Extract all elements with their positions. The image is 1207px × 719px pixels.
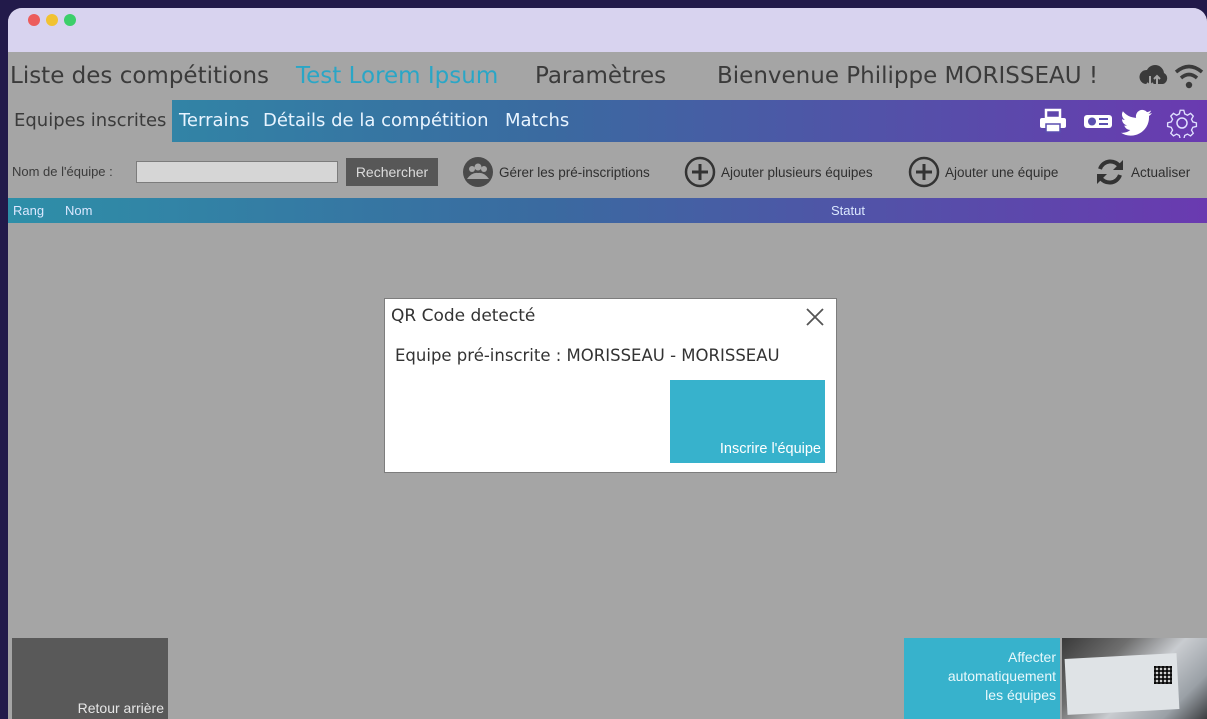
column-status[interactable]: Statut	[831, 203, 865, 218]
main-header: Liste des compétitions Test Lorem Ipsum …	[8, 52, 1207, 100]
tab-competition-details[interactable]: Détails de la compétition	[263, 100, 489, 142]
manage-preregistrations-button[interactable]: Gérer les pré-inscriptions	[462, 156, 650, 188]
plus-circle-icon	[908, 156, 940, 188]
plus-circle-icon	[684, 156, 716, 188]
refresh-button[interactable]: Actualiser	[1094, 156, 1190, 188]
wifi-icon	[1174, 64, 1204, 89]
twitter-icon[interactable]	[1120, 108, 1154, 136]
back-button[interactable]: Retour arrière	[12, 638, 168, 719]
tab-registered-teams[interactable]: Equipes inscrites	[8, 100, 173, 142]
settings-gear-icon[interactable]	[1166, 108, 1198, 138]
team-table-header: Rang Nom Statut	[8, 198, 1207, 223]
projector-icon[interactable]	[1082, 108, 1116, 134]
qr-code-dialog: QR Code detecté Equipe pré-inscrite : MO…	[384, 298, 837, 473]
register-team-button[interactable]: Inscrire l'équipe	[670, 380, 825, 463]
team-name-input[interactable]	[136, 161, 338, 183]
camera-preview	[1062, 638, 1207, 719]
group-icon	[463, 157, 493, 187]
add-team-button[interactable]: Ajouter une équipe	[908, 156, 1058, 188]
search-button[interactable]: Rechercher	[346, 158, 438, 186]
team-toolbar: Nom de l'équipe : Rechercher Gérer les p…	[8, 142, 1207, 198]
print-icon[interactable]	[1038, 108, 1068, 134]
title-bar	[8, 8, 1207, 52]
column-name[interactable]: Nom	[65, 203, 92, 218]
minimize-window-button[interactable]	[46, 14, 58, 26]
close-icon[interactable]	[803, 305, 827, 329]
qr-code-image	[1154, 666, 1172, 684]
tab-matches[interactable]: Matchs	[505, 100, 569, 142]
app-window: Liste des compétitions Test Lorem Ipsum …	[8, 8, 1207, 719]
auto-assign-line-1: Affecter	[1008, 649, 1056, 665]
camera-document	[1064, 653, 1180, 715]
nav-current-competition[interactable]: Test Lorem Ipsum	[296, 63, 498, 89]
nav-competitions[interactable]: Liste des compétitions	[10, 63, 269, 89]
back-button-label: Retour arrière	[77, 700, 164, 716]
welcome-text: Bienvenue Philippe MORISSEAU !	[717, 63, 1099, 89]
auto-assign-teams-button[interactable]: Affecter automatiquement les équipes	[904, 638, 1060, 719]
auto-assign-line-2: automatiquement	[947, 668, 1056, 684]
close-window-button[interactable]	[28, 14, 40, 26]
add-multiple-teams-button[interactable]: Ajouter plusieurs équipes	[684, 156, 873, 188]
nav-settings[interactable]: Paramètres	[535, 63, 666, 89]
tab-bar: Equipes inscrites Terrains Détails de la…	[8, 100, 1207, 142]
refresh-icon	[1097, 159, 1123, 185]
maximize-window-button[interactable]	[64, 14, 76, 26]
add-multiple-teams-label: Ajouter plusieurs équipes	[721, 164, 873, 180]
dialog-message: Equipe pré-inscrite : MORISSEAU - MORISS…	[395, 346, 780, 365]
column-rank[interactable]: Rang	[13, 203, 44, 218]
cloud-sync-icon[interactable]	[1138, 62, 1170, 92]
manage-preregistrations-label: Gérer les pré-inscriptions	[499, 164, 650, 180]
tab-fields[interactable]: Terrains	[179, 100, 249, 142]
add-team-label: Ajouter une équipe	[945, 164, 1059, 180]
team-name-label: Nom de l'équipe :	[12, 164, 113, 179]
dialog-title: QR Code detecté	[391, 306, 536, 326]
auto-assign-line-3: les équipes	[985, 687, 1056, 703]
refresh-label: Actualiser	[1131, 164, 1191, 180]
register-team-label: Inscrire l'équipe	[719, 441, 821, 457]
